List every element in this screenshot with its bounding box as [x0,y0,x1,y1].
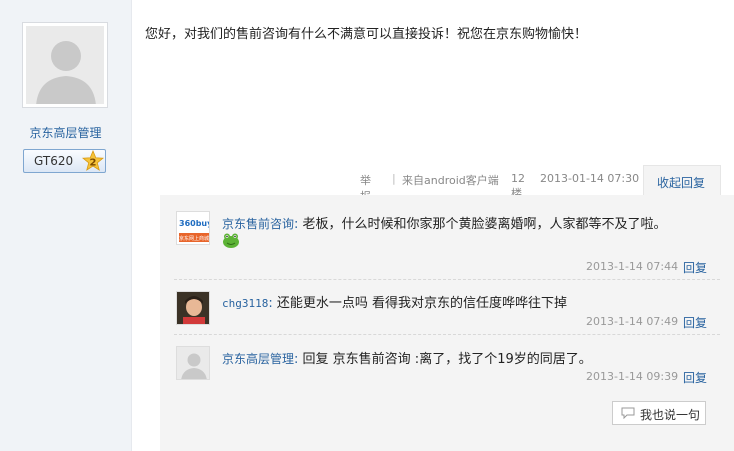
level-star-icon: 2 [82,150,104,171]
reply-time: 2013-1-14 07:44 [586,260,679,273]
reply-avatar[interactable] [176,291,210,325]
post-datetime: 2013-01-14 07:30 [540,172,640,185]
svg-text:360buy.com: 360buy.com [179,219,210,228]
reply-time: 2013-1-14 09:39 [586,370,679,383]
reply-item: 360buy.com 京东网上商城 京东售前咨询: 老板，什么时候和你家那个黄脸… [160,195,734,279]
reply-button[interactable]: 回复 [683,314,707,331]
reply-item: 京东高层管理: 回复 京东售前咨询 :离了，找了个19岁的同居了。 2013-1… [160,335,734,391]
reply-avatar[interactable] [176,346,210,380]
reply-avatar[interactable]: 360buy.com 京东网上商城 [176,211,210,245]
reply-text: 老板，什么时候和你家那个黄脸婆离婚啊，人家都等不及了啦。 [302,217,667,232]
collapse-reply-tab[interactable]: 收起回复 [643,165,721,195]
collapse-reply-label: 收起回复 [657,176,706,190]
reply-line: 京东售前咨询: 老板，什么时候和你家那个黄脸婆离婚啊，人家都等不及了啦。 [222,217,667,232]
reply-panel: 360buy.com 京东网上商城 京东售前咨询: 老板，什么时候和你家那个黄脸… [160,195,734,451]
source-label[interactable]: 来自android客户端 [402,172,499,188]
author-avatar[interactable] [22,22,108,108]
reply-text: 还能更水一点吗 看得我对京东的信任度哗哗往下掉 [276,296,568,311]
reply-author[interactable]: 京东售前咨询 [222,217,294,231]
reply-author[interactable]: chg3118 [222,297,268,310]
reply-author[interactable]: 京东高层管理 [222,352,294,366]
reply-time: 2013-1-14 07:49 [586,315,679,328]
say-something-button[interactable]: 我也说一句 [612,401,706,425]
frog-emoticon-icon [223,233,239,248]
badge-label: GT620 [34,154,74,168]
say-something-label: 我也说一句 [640,408,701,422]
svg-text:京东网上商城: 京东网上商城 [179,235,209,242]
speech-bubble-icon [621,407,635,419]
author-sidebar: 京东高层管理 GT620 2 [0,0,132,451]
user-photo-icon [177,292,209,324]
meta-divider: | [392,172,396,185]
post-content: 您好，对我们的售前咨询有什么不满意可以直接投诉！祝您在京东购物愉快！ [145,27,588,42]
reply-button[interactable]: 回复 [683,369,707,386]
reply-line: chg3118: 还能更水一点吗 看得我对京东的信任度哗哗往下掉 [222,296,568,311]
reply-text: 回复 京东售前咨询 :离了，找了个19岁的同居了。 [302,352,592,367]
reply-button[interactable]: 回复 [683,259,707,276]
badge-level: 2 [90,158,97,169]
reply-line: 京东高层管理: 回复 京东售前咨询 :离了，找了个19岁的同居了。 [222,352,592,367]
member-badge[interactable]: GT620 2 [23,149,106,173]
default-avatar-icon [177,347,209,379]
reply-item: chg3118: 还能更水一点吗 看得我对京东的信任度哗哗往下掉 2013-1-… [160,280,734,334]
author-name[interactable]: 京东高层管理 [0,124,131,141]
jd-logo-icon: 360buy.com 京东网上商城 [177,212,210,244]
default-avatar-icon [26,26,104,104]
